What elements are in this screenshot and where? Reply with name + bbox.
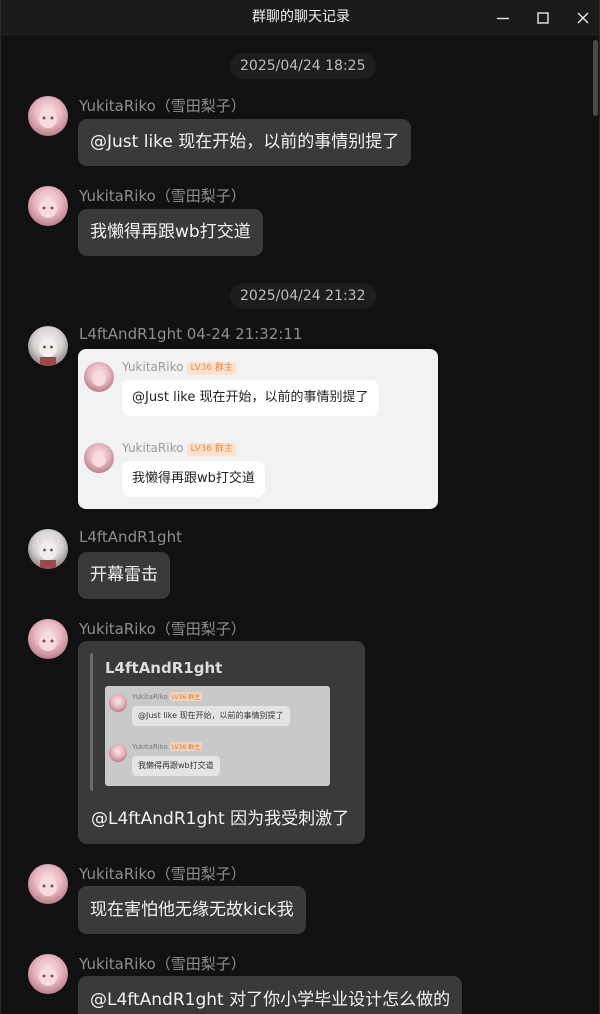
forwarded-message: @Just like 现在开始，以前的事情别提了 [122,380,379,416]
avatar [109,694,127,712]
forwarded-screenshot[interactable]: YukitaRiko LV36 群主 @Just like 现在开始，以前的事情别… [78,349,438,509]
forwarded-sender: YukitaRiko LV36 群主 [122,441,236,456]
level-badge: LV36 群主 [169,742,203,751]
forwarded-message: 我懒得再跟wb打交道 [122,461,265,497]
scrollbar[interactable] [591,36,599,1014]
scrollbar-thumb[interactable] [593,40,598,116]
sender-name: L4ftAndR1ght [79,528,182,546]
timestamp-divider: 2025/04/24 18:25 [230,53,376,79]
forwarded-sender: YukitaRiko LV36 群主 [122,360,236,375]
avatar[interactable] [28,326,68,366]
close-button[interactable] [563,0,599,35]
avatar[interactable] [28,186,68,226]
chat-history-window: 群聊的聊天记录 2025/04/24 18:25 YukitaRiko（雪田梨子… [0,0,600,1014]
quoted-image-sender-name: YukitaRiko [132,693,168,701]
avatar [109,744,127,762]
maximize-icon [537,11,549,24]
quote-bar [90,653,93,791]
sender-name: YukitaRiko（雪田梨子） [79,620,246,638]
sender-name: YukitaRiko（雪田梨子） [79,97,246,115]
sender-name: YukitaRiko（雪田梨子） [79,187,246,205]
forwarded-sender-name: YukitaRiko [122,360,184,374]
avatar[interactable] [28,864,68,904]
reply-text: @L4ftAndR1ght 因为我受刺激了 [91,809,350,829]
message-bubble[interactable]: 我懒得再跟wb打交道 [78,209,263,256]
title-bar: 群聊的聊天记录 [1,0,599,35]
timestamp-divider: 2025/04/24 21:32 [230,283,376,309]
maximize-button[interactable] [523,0,563,35]
quoted-image-sender-name: YukitaRiko [132,743,168,751]
level-badge: LV36 群主 [169,692,203,701]
quoted-image-sender: YukitaRiko LV36 群主 [132,692,203,701]
message-bubble[interactable]: @L4ftAndR1ght 对了你小学毕业设计怎么做的 [78,976,463,1014]
avatar[interactable] [28,96,68,136]
sender-name: YukitaRiko（雪田梨子） [79,955,246,973]
level-badge: LV36 群主 [187,443,236,456]
sender-name: L4ftAndR1ght 04-24 21:32:11 [79,325,303,343]
minimize-button[interactable] [483,0,523,35]
quote-reply-bubble[interactable]: L4ftAndR1ght YukitaRiko LV36 群主 @Just lik… [78,641,365,844]
message-bubble[interactable]: 现在害怕他无缘无故kick我 [78,886,306,934]
quoted-image-message: @Just like 现在开始，以前的事情别提了 [132,706,290,726]
avatar[interactable] [28,619,68,659]
quoted-image-message: 我懒得再跟wb打交道 [132,756,220,776]
sender-name: YukitaRiko（雪田梨子） [79,865,246,883]
message-bubble[interactable]: @Just like 现在开始，以前的事情别提了 [78,119,412,166]
avatar[interactable] [28,529,68,569]
quoted-image[interactable]: YukitaRiko LV36 群主 @Just like 现在开始，以前的事情别… [105,686,330,786]
avatar [84,362,114,392]
level-badge: LV36 群主 [187,362,236,375]
message-bubble[interactable]: 开幕雷击 [78,552,170,599]
close-icon [577,12,589,23]
quoted-sender: L4ftAndR1ght [105,659,223,677]
avatar [84,443,114,473]
forwarded-sender-name: YukitaRiko [122,441,184,455]
avatar[interactable] [28,954,68,994]
minimize-icon [497,17,509,19]
quoted-image-sender: YukitaRiko LV36 群主 [132,742,203,751]
